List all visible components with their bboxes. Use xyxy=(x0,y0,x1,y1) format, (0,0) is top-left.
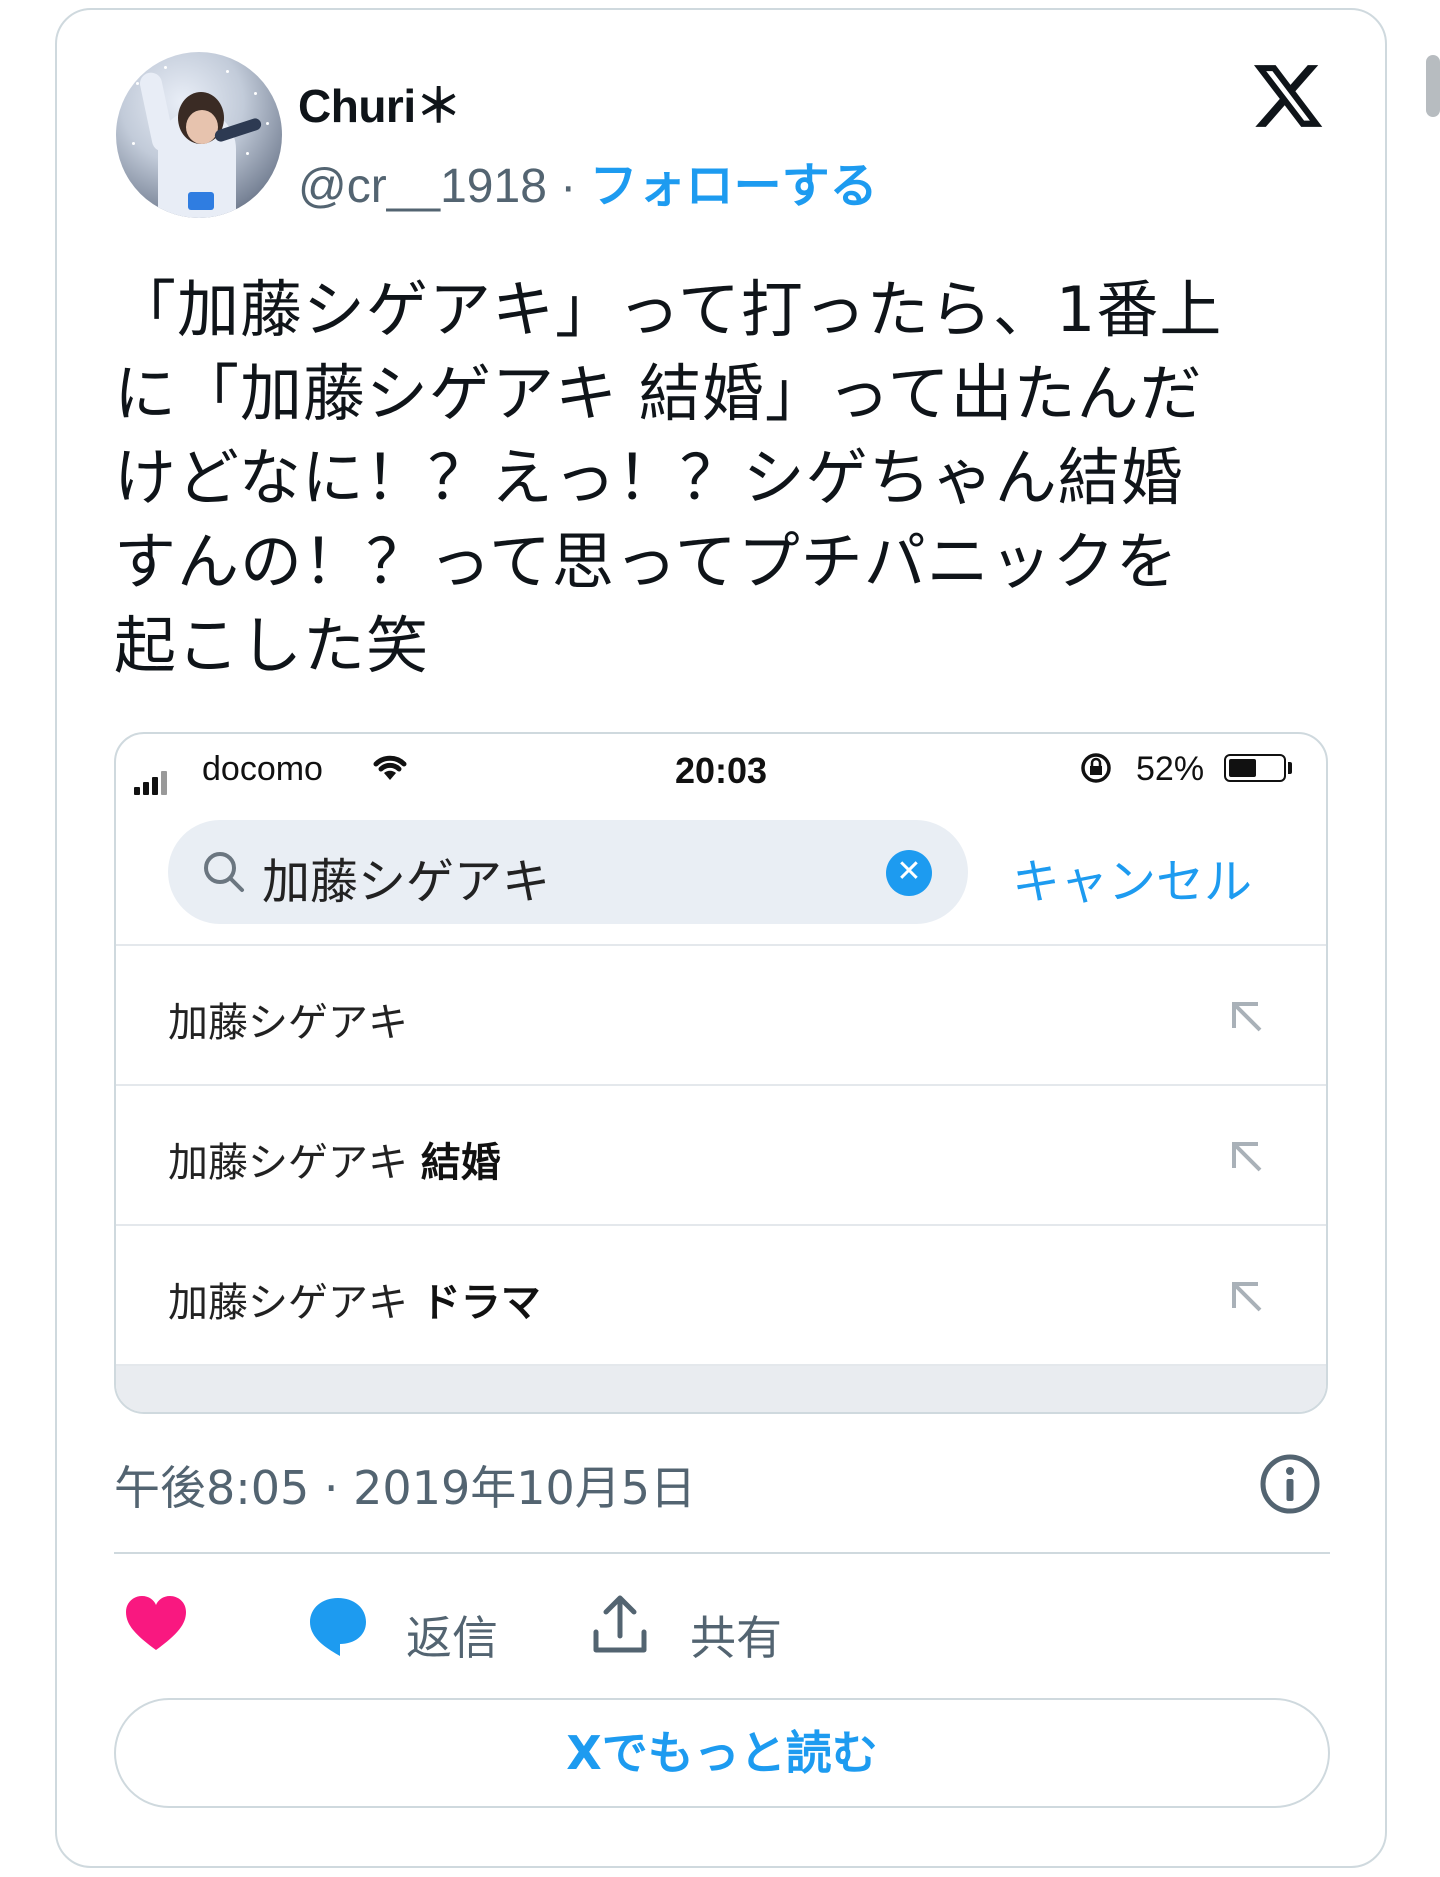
divider xyxy=(114,1552,1330,1554)
tweet-line: に「加藤シゲアキ 結婚」って出たんだ xyxy=(114,357,1203,430)
scrollbar[interactable] xyxy=(1426,55,1440,117)
suggestion-list: 加藤シゲアキ 加藤シゲアキ 結婚 加藤シゲアキ ドラマ xyxy=(116,944,1326,1364)
action-bar: 返信 共有 xyxy=(114,1594,1330,1674)
status-bar: docomo 20:03 52% xyxy=(116,734,1326,800)
share-icon xyxy=(593,1595,647,1653)
rotation-lock-icon xyxy=(1081,753,1111,783)
suggestion-text: 加藤シゲアキ ドラマ xyxy=(168,1280,541,1326)
suggestion-item[interactable]: 加藤シゲアキ ドラマ xyxy=(116,1224,1326,1364)
fill-query-arrow-icon[interactable] xyxy=(1226,1136,1266,1176)
suggestion-text: 加藤シゲアキ xyxy=(168,1000,408,1046)
tweet-line: 起こした笑 xyxy=(114,609,430,682)
fill-query-arrow-icon[interactable] xyxy=(1226,996,1266,1036)
like-button[interactable] xyxy=(124,1594,188,1664)
fill-query-arrow-icon[interactable] xyxy=(1226,1276,1266,1316)
clear-search-icon[interactable]: ✕ xyxy=(886,850,932,896)
search-query[interactable]: 加藤シゲアキ xyxy=(262,842,550,912)
tweet-timestamp[interactable]: 午後8:05 · 2019年10月5日 xyxy=(114,1452,696,1518)
battery-icon xyxy=(1224,754,1286,782)
tweet-text: 「加藤シゲアキ」って打ったら、1番上 に「加藤シゲアキ 結婚」って出たんだ けど… xyxy=(114,268,1334,688)
tweet-line: 「加藤シゲアキ」って打ったら、1番上 xyxy=(114,273,1223,346)
reply-bubble-icon xyxy=(310,1598,366,1656)
keyboard-edge xyxy=(116,1364,1326,1412)
tweet-line: けどなに！？えっ！？シゲちゃん結婚 xyxy=(114,441,1184,514)
follow-button[interactable]: フォローする xyxy=(590,160,878,213)
separator: · xyxy=(560,160,577,213)
attached-screenshot[interactable]: docomo 20:03 52% 加藤シゲアキ ✕ キャンセル 加藤シゲアキ 加… xyxy=(114,732,1328,1414)
x-logo-icon[interactable] xyxy=(1248,58,1328,134)
display-name[interactable]: Churi＊ xyxy=(298,70,462,136)
suggestion-item[interactable]: 加藤シゲアキ xyxy=(116,944,1326,1084)
handle-row: @cr__1918 · フォローする xyxy=(298,146,878,216)
read-more-button[interactable]: Xでもっと読む xyxy=(114,1698,1330,1808)
handle[interactable]: @cr__1918 xyxy=(298,160,547,213)
cancel-button[interactable]: キャンセル xyxy=(1012,842,1252,912)
heart-icon xyxy=(126,1596,186,1650)
reply-button[interactable]: 返信 xyxy=(306,1594,498,1665)
battery-percent: 52% xyxy=(1136,750,1205,788)
suggestion-item[interactable]: 加藤シゲアキ 結婚 xyxy=(116,1084,1326,1224)
share-button[interactable]: 共有 xyxy=(590,1594,782,1665)
tweet-line: すんの！？って思ってプチパニックを xyxy=(114,525,1179,598)
search-icon xyxy=(204,852,244,892)
info-icon[interactable] xyxy=(1258,1452,1322,1516)
search-field[interactable]: 加藤シゲアキ ✕ xyxy=(168,820,968,924)
avatar[interactable] xyxy=(116,52,282,218)
suggestion-text: 加藤シゲアキ 結婚 xyxy=(168,1140,501,1186)
